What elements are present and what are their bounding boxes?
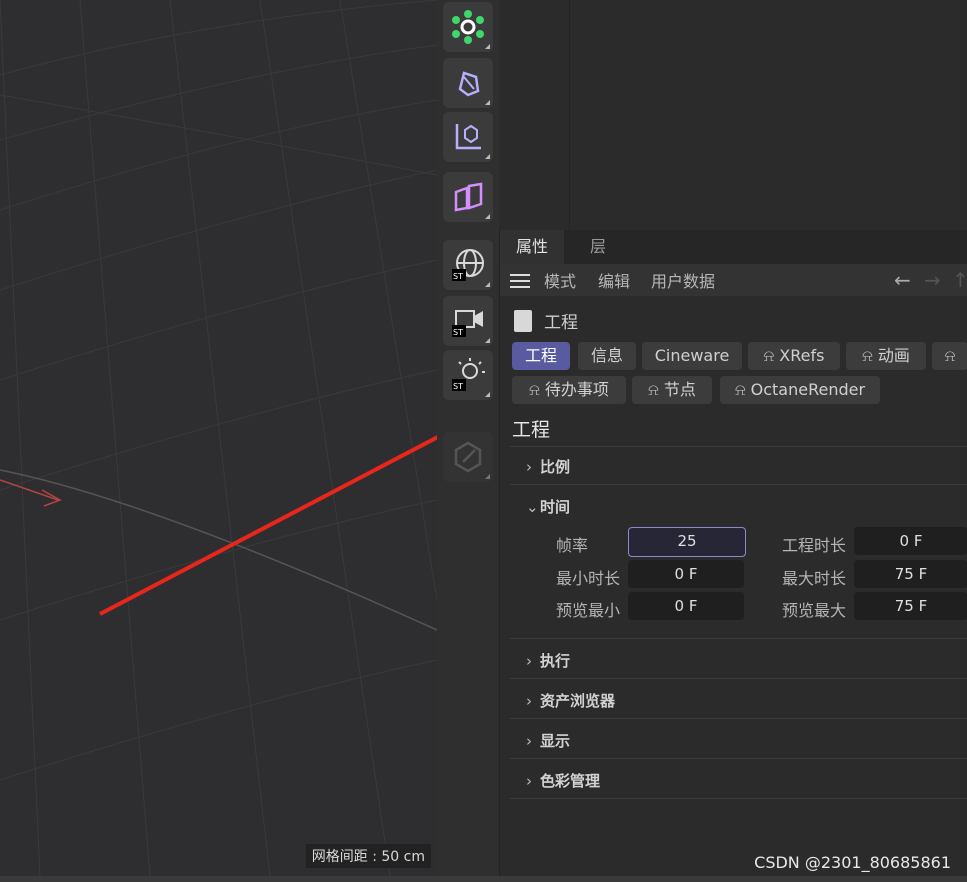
gear-icon[interactable] bbox=[443, 2, 493, 52]
hamburger-menu-icon[interactable] bbox=[510, 274, 530, 288]
menu-edit[interactable]: 编辑 bbox=[598, 268, 630, 292]
tab-overflow[interactable]: ⍾ bbox=[932, 342, 967, 370]
lock-icon: ⍾ bbox=[734, 380, 751, 399]
panel-divider bbox=[569, 0, 570, 230]
fps-field[interactable]: 25 bbox=[628, 527, 746, 557]
back-arrow-icon[interactable]: ← bbox=[894, 268, 911, 292]
tab-info[interactable]: 信息 bbox=[578, 342, 636, 370]
group-asset-browser-label: 资产浏览器 bbox=[540, 692, 616, 710]
grid-spacing-label: 网格间距 : 50 cm bbox=[305, 844, 431, 868]
group-time[interactable]: ⌄时间 bbox=[526, 496, 570, 517]
tab-cineware[interactable]: Cineware bbox=[642, 342, 742, 370]
tab-octanerender-label: OctaneRender bbox=[750, 380, 866, 399]
forward-arrow-icon[interactable]: → bbox=[924, 268, 941, 292]
viewport-grid bbox=[0, 0, 437, 876]
lock-icon: ⍾ bbox=[944, 346, 956, 365]
svg-text:ST: ST bbox=[453, 382, 463, 391]
tab-nodes[interactable]: ⍾ 节点 bbox=[632, 376, 712, 404]
menu-user-data[interactable]: 用户数据 bbox=[651, 268, 715, 292]
group-execute-label: 执行 bbox=[540, 652, 571, 670]
group-display-label: 显示 bbox=[540, 732, 571, 750]
svg-text:ST: ST bbox=[453, 272, 463, 281]
spline-pen-icon[interactable] bbox=[443, 58, 493, 108]
divider bbox=[510, 718, 967, 719]
divider bbox=[510, 446, 967, 447]
section-title: 工程 bbox=[512, 419, 551, 441]
min-length-label: 最小时长 bbox=[556, 569, 621, 588]
x-axis-arrow-icon bbox=[0, 479, 62, 507]
lock-icon: ⍾ bbox=[862, 346, 878, 365]
group-color-management[interactable]: › 色彩管理 bbox=[526, 770, 600, 791]
divider bbox=[510, 758, 967, 759]
divider bbox=[510, 798, 967, 799]
lock-icon: ⍾ bbox=[763, 346, 780, 365]
bottom-strip bbox=[0, 876, 967, 882]
menu-mode[interactable]: 模式 bbox=[544, 268, 576, 292]
annotation-arrow-icon bbox=[99, 435, 437, 616]
st-globe-icon[interactable]: ST bbox=[443, 240, 493, 290]
tab-layers[interactable]: 层 bbox=[574, 230, 622, 264]
lock-icon: ⍾ bbox=[648, 380, 664, 399]
object-name: 工程 bbox=[544, 313, 578, 333]
tab-octanerender[interactable]: ⍾ OctaneRender bbox=[720, 376, 880, 404]
chevron-right-icon: › bbox=[526, 458, 532, 476]
max-length-label: 最大时长 bbox=[782, 569, 847, 588]
object-manager-panel bbox=[499, 0, 967, 230]
preview-max-field[interactable]: 75 F bbox=[854, 592, 967, 620]
tab-project[interactable]: 工程 bbox=[512, 342, 570, 370]
preview-min-label: 预览最小 bbox=[556, 601, 621, 620]
tab-animation[interactable]: ⍾ 动画 bbox=[846, 342, 926, 370]
tab-attributes[interactable]: 属性 bbox=[500, 230, 565, 264]
attributes-panel: 属性 层 模式 编辑 用户数据 ← → ↑ 工程 工程 信息 Cineware … bbox=[499, 230, 967, 876]
st-light-icon[interactable]: ST bbox=[443, 350, 493, 400]
fps-label: 帧率 bbox=[556, 536, 589, 555]
coordinate-axis-icon[interactable] bbox=[443, 112, 493, 162]
tab-animation-label: 动画 bbox=[877, 346, 910, 365]
tab-todo-label: 待办事项 bbox=[544, 380, 609, 399]
group-execute[interactable]: › 执行 bbox=[526, 650, 570, 671]
min-length-field[interactable]: 0 F bbox=[628, 560, 744, 588]
project-length-field[interactable]: 0 F bbox=[854, 527, 967, 555]
group-display[interactable]: › 显示 bbox=[526, 730, 570, 751]
disabled-edit-icon bbox=[443, 432, 493, 482]
group-asset-browser[interactable]: › 资产浏览器 bbox=[526, 690, 615, 711]
tab-xrefs[interactable]: ⍾ XRefs bbox=[748, 342, 840, 370]
chevron-right-icon: › bbox=[526, 732, 532, 750]
object-header: 工程 bbox=[514, 308, 578, 333]
st-camera-icon[interactable]: ST bbox=[443, 296, 493, 346]
attributes-menubar: 模式 编辑 用户数据 ← → ↑ bbox=[500, 264, 967, 296]
3d-viewport[interactable]: 网格间距 : 50 cm bbox=[0, 0, 438, 876]
watermark: CSDN @2301_80685861 bbox=[754, 853, 951, 872]
preview-max-label: 预览最大 bbox=[782, 601, 847, 620]
group-time-label: 时间 bbox=[540, 498, 571, 516]
panel-tabs: 属性 层 bbox=[500, 230, 967, 264]
preview-min-field[interactable]: 0 F bbox=[628, 592, 744, 620]
lock-icon: ⍾ bbox=[529, 380, 545, 399]
divider bbox=[510, 638, 967, 639]
tab-nodes-label: 节点 bbox=[663, 380, 696, 399]
group-scale-label: 比例 bbox=[540, 458, 571, 476]
chevron-right-icon: › bbox=[526, 692, 532, 710]
tab-xrefs-label: XRefs bbox=[779, 346, 825, 365]
object-toolbar: ST ST ST bbox=[437, 0, 499, 876]
tab-todo[interactable]: ⍾ 待办事项 bbox=[512, 376, 626, 404]
up-arrow-icon[interactable]: ↑ bbox=[952, 268, 967, 292]
divider bbox=[510, 678, 967, 679]
chevron-right-icon: › bbox=[526, 772, 532, 790]
divider bbox=[510, 484, 967, 485]
max-length-field[interactable]: 75 F bbox=[854, 560, 967, 588]
chevron-down-icon: ⌄ bbox=[526, 498, 539, 516]
chevron-right-icon: › bbox=[526, 652, 532, 670]
deformer-icon[interactable] bbox=[443, 172, 493, 222]
svg-text:ST: ST bbox=[453, 328, 463, 337]
group-scale[interactable]: › 比例 bbox=[526, 456, 570, 477]
project-icon bbox=[514, 309, 532, 332]
group-color-management-label: 色彩管理 bbox=[540, 772, 601, 790]
project-length-label: 工程时长 bbox=[782, 536, 847, 555]
